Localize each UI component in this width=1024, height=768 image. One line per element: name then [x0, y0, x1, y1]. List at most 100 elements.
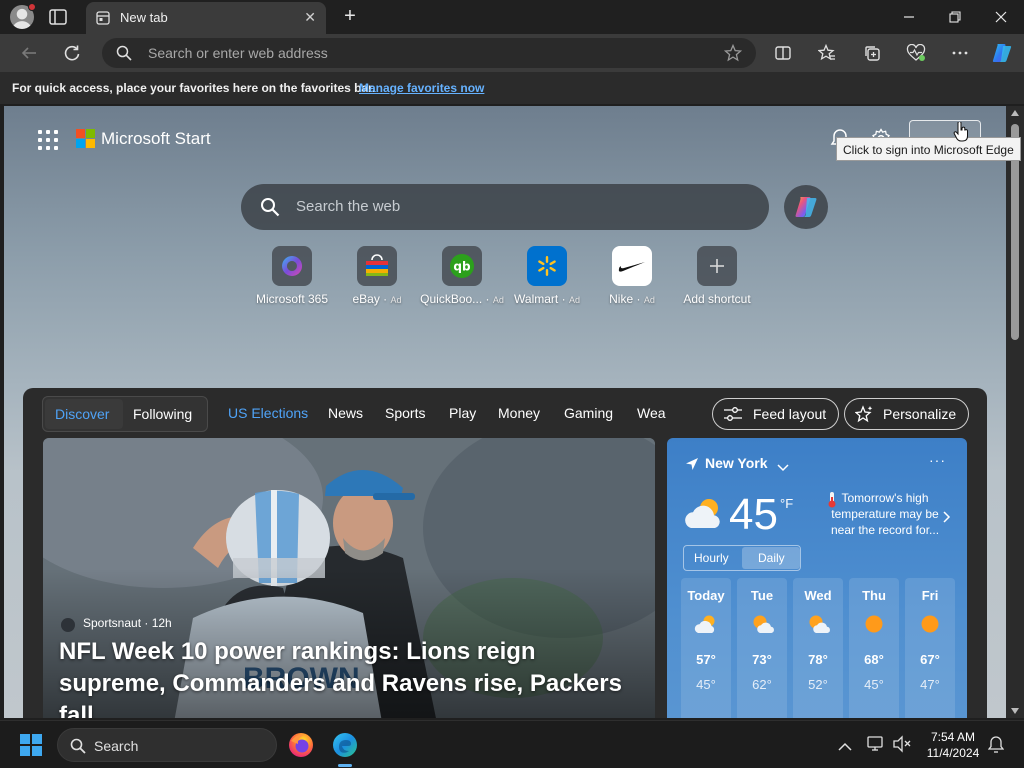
forecast-day[interactable]: Thu 68° 45° — [849, 578, 899, 718]
search-icon — [70, 738, 86, 759]
firefox-icon[interactable] — [288, 732, 314, 763]
search-icon — [260, 197, 280, 222]
walmart-icon — [527, 246, 567, 286]
shortcut-label: QuickBoo... — [420, 292, 483, 306]
manage-favorites-link[interactable]: Manage favorites now — [359, 81, 484, 95]
notification-bell-icon[interactable] — [987, 736, 1005, 759]
minimize-button[interactable] — [886, 0, 932, 34]
temperature-unit[interactable]: °F — [780, 496, 793, 511]
profile-avatar[interactable] — [10, 3, 36, 29]
weather-card[interactable]: New York ··· 45 °F Tomorrow's high tempe… — [667, 438, 967, 718]
feed-layout-label: Feed layout — [753, 406, 827, 422]
chevron-down-icon[interactable] — [777, 459, 789, 477]
weather-alert-text[interactable]: Tomorrow's high temperature may be near … — [823, 490, 947, 538]
browser-essentials-icon[interactable] — [905, 42, 927, 64]
day-name: Thu — [862, 588, 886, 603]
scroll-up-arrow-icon[interactable] — [1011, 110, 1019, 116]
close-window-button[interactable] — [978, 0, 1024, 34]
more-options-icon[interactable] — [949, 42, 971, 64]
restore-button[interactable] — [932, 0, 978, 34]
scroll-down-arrow-icon[interactable] — [1011, 708, 1019, 714]
tab-news[interactable]: News — [328, 405, 363, 421]
sunny-icon — [865, 615, 883, 633]
day-low: 45° — [696, 677, 716, 692]
shortcut-label: Add shortcut — [683, 292, 751, 306]
shortcut-nike[interactable]: Nike · Ad — [590, 246, 674, 306]
weather-more-icon[interactable]: ··· — [929, 452, 946, 468]
tab-us-elections[interactable]: US Elections — [228, 405, 308, 421]
favorite-star-icon[interactable] — [723, 43, 743, 67]
tab-money[interactable]: Money — [498, 405, 540, 421]
clock-time: 7:54 AM — [930, 730, 976, 744]
windows-start-icon[interactable] — [20, 734, 42, 756]
shortcut-label: Walmart — [514, 292, 559, 306]
tab-discover[interactable]: Discover — [55, 406, 109, 422]
day-name: Today — [687, 588, 725, 603]
personalize-button[interactable]: Personalize — [844, 398, 970, 430]
address-bar[interactable]: Search or enter web address — [102, 38, 756, 68]
refresh-icon[interactable] — [61, 42, 83, 64]
ebay-icon — [357, 246, 397, 286]
source-logo-icon — [61, 618, 75, 632]
tab-gaming[interactable]: Gaming — [564, 405, 613, 421]
volume-muted-icon[interactable] — [892, 735, 912, 758]
article-source: Sportsnaut · 12h — [83, 616, 172, 630]
shortcut-quickbooks[interactable]: qb QuickBoo... · Ad — [420, 246, 504, 306]
svg-text:qb: qb — [453, 260, 471, 274]
quickbooks-icon: qb — [442, 246, 482, 286]
active-tab[interactable]: New tab ✕ — [86, 2, 326, 34]
split-screen-icon[interactable] — [772, 42, 794, 64]
hero-article-card[interactable]: BROWN Sportsnaut · 12h NFL Week 10 power… — [43, 438, 655, 718]
day-name: Fri — [921, 588, 939, 603]
shortcut-walmart[interactable]: Walmart · Ad — [505, 246, 589, 306]
add-plus-icon — [697, 246, 737, 286]
brand-title: Microsoft Start — [101, 129, 211, 148]
favorites-bar-message: For quick access, place your favorites h… — [12, 81, 376, 95]
tab-weather[interactable]: Wea — [637, 405, 666, 421]
edge-icon[interactable] — [332, 732, 358, 763]
feed-layout-button[interactable]: Feed layout — [712, 398, 840, 430]
day-low: 47° — [920, 677, 940, 692]
day-high: 57° — [696, 652, 716, 667]
network-monitor-icon[interactable] — [867, 735, 885, 758]
chevron-up-icon[interactable] — [838, 739, 852, 757]
new-tab-page: Microsoft Start Search the web Microsoft… — [4, 106, 1006, 718]
tab-sports[interactable]: Sports — [385, 405, 425, 421]
daily-tab[interactable]: Daily — [758, 551, 785, 565]
chevron-right-icon[interactable] — [943, 510, 951, 528]
copilot-icon[interactable] — [990, 41, 1014, 65]
hourly-tab[interactable]: Hourly — [694, 551, 729, 565]
personalize-label: Personalize — [883, 406, 957, 422]
new-tab-button[interactable]: + — [338, 4, 362, 28]
clock-date: 11/4/2024 — [926, 746, 980, 760]
forecast-day[interactable]: Tue 73° 62° — [737, 578, 787, 718]
shortcut-ebay[interactable]: eBay · Ad — [335, 246, 419, 306]
app-launcher-icon[interactable] — [38, 130, 58, 150]
tab-actions-icon[interactable] — [48, 8, 68, 26]
forecast-day[interactable]: Fri 67° 47° — [905, 578, 955, 718]
tab-following[interactable]: Following — [133, 406, 192, 422]
taskbar-clock[interactable]: 7:54 AM 11/4/2024 — [920, 729, 986, 761]
ad-badge: Ad — [568, 295, 580, 305]
close-tab-icon[interactable]: ✕ — [304, 9, 316, 26]
day-low: 62° — [752, 677, 772, 692]
back-arrow-icon[interactable] — [18, 42, 40, 64]
article-headline[interactable]: NFL Week 10 power rankings: Lions reign … — [59, 636, 639, 718]
shortcut-add[interactable]: Add shortcut — [675, 246, 759, 306]
forecast-day[interactable]: Wed 78° 52° — [793, 578, 843, 718]
toolbar: Search or enter web address — [0, 34, 1024, 72]
shortcut-microsoft-365[interactable]: Microsoft 365 — [250, 246, 334, 306]
copilot-button[interactable] — [784, 185, 828, 229]
page-scrollbar[interactable] — [1006, 106, 1024, 718]
favorites-icon[interactable] — [816, 42, 838, 64]
forecast-day[interactable]: Today 57° 45° — [681, 578, 731, 718]
collections-icon[interactable] — [861, 42, 883, 64]
sun-behind-cloud-icon — [809, 615, 830, 633]
hourly-daily-toggle: Hourly Daily — [683, 545, 801, 571]
taskbar-search-box[interactable]: Search — [57, 728, 277, 762]
web-search-box[interactable]: Search the web — [241, 184, 769, 230]
microsoft-logo-icon — [76, 129, 96, 149]
day-low: 45° — [864, 677, 884, 692]
weather-location[interactable]: New York — [705, 455, 768, 471]
tab-play[interactable]: Play — [449, 405, 476, 421]
